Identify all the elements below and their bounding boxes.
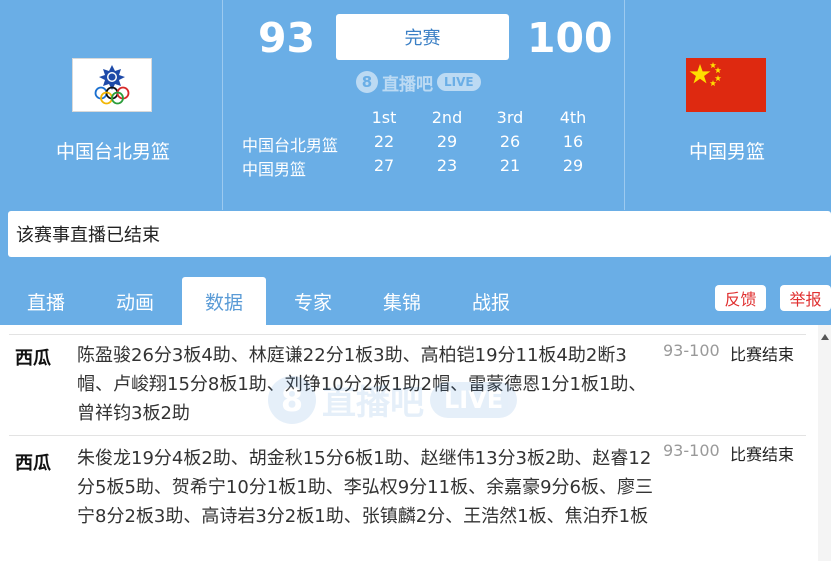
away-team-name: 中国男篮: [689, 141, 766, 163]
tab-data[interactable]: 数据: [182, 277, 266, 325]
home-score: 93: [258, 14, 316, 62]
quarter-row-team-away: 中国男篮: [242, 160, 307, 179]
logo-mark-8: 8: [356, 71, 378, 93]
post-match-status: 比赛结束: [730, 445, 795, 464]
scrollbar[interactable]: [818, 325, 831, 561]
quarter-row-team-home: 中国台北男篮: [242, 136, 339, 155]
zhibo8-logo: 8 直播吧 LIVE: [356, 70, 481, 95]
home-team-panel[interactable]: 中国台北男篮: [0, 0, 222, 210]
tab-animation[interactable]: 动画: [95, 277, 175, 325]
home-team-name: 中国台北男篮: [56, 141, 171, 163]
match-header: 中国台北男篮 93 完赛 100 8 直播吧 LIVE 1st 2nd 3rd …: [0, 0, 831, 325]
quarter-score-home-1: 22: [373, 132, 395, 151]
quarter-score-home-4: 16: [562, 132, 584, 151]
tab-live[interactable]: 直播: [6, 277, 86, 325]
post-match-status: 比赛结束: [730, 345, 795, 364]
tab-experts[interactable]: 专家: [273, 277, 353, 325]
post-match-score: 93-100: [663, 441, 720, 460]
china-flag-icon: [686, 58, 766, 112]
report-button[interactable]: 举报: [780, 285, 831, 311]
quarter-score-away-1: 27: [373, 156, 395, 175]
away-score: 100: [527, 14, 613, 62]
data-feed: 西瓜 陈盈骏26分3板4助、林庭谦22分1板3助、高柏铠19分11板4助2断3帽…: [0, 325, 831, 561]
quarter-header-4: 4th: [559, 108, 587, 127]
quarter-header-1: 1st: [371, 108, 397, 127]
post-text: 陈盈骏26分3板4助、林庭谦22分1板3助、高柏铠19分11板4助2断3帽、卢峻…: [77, 345, 647, 424]
quarter-score-home-3: 26: [499, 132, 521, 151]
logo-brand-text: 直播吧: [382, 74, 433, 95]
post-text: 朱俊龙19分4板2助、胡金秋15分6板1助、赵继伟13分3板2助、赵睿12分5板…: [77, 448, 653, 527]
away-team-panel[interactable]: 中国男篮: [624, 0, 831, 210]
live-ended-notice: 该赛事直播已结束: [8, 211, 831, 257]
quarter-score-away-3: 21: [499, 156, 521, 175]
quarter-header-3: 3rd: [496, 108, 524, 127]
quarter-score-home-2: 29: [436, 132, 458, 151]
feedback-button[interactable]: 反馈: [715, 285, 766, 311]
quarter-score-away-4: 29: [562, 156, 584, 175]
tab-report[interactable]: 战报: [451, 277, 531, 325]
row-divider: [9, 435, 806, 436]
post-source: 西瓜: [15, 453, 51, 474]
divider: [222, 0, 223, 210]
logo-live-badge: LIVE: [437, 73, 481, 91]
scroll-up-arrow-icon[interactable]: [821, 334, 829, 340]
quarter-header-2: 2nd: [431, 108, 463, 127]
row-divider: [9, 334, 806, 335]
quarter-score-away-2: 23: [436, 156, 458, 175]
chinese-taipei-flag-icon: [72, 58, 152, 112]
tab-highlights[interactable]: 集锦: [362, 277, 442, 325]
post-match-score: 93-100: [663, 341, 720, 360]
post-source: 西瓜: [15, 348, 51, 369]
match-status-badge: 完赛: [336, 14, 509, 60]
